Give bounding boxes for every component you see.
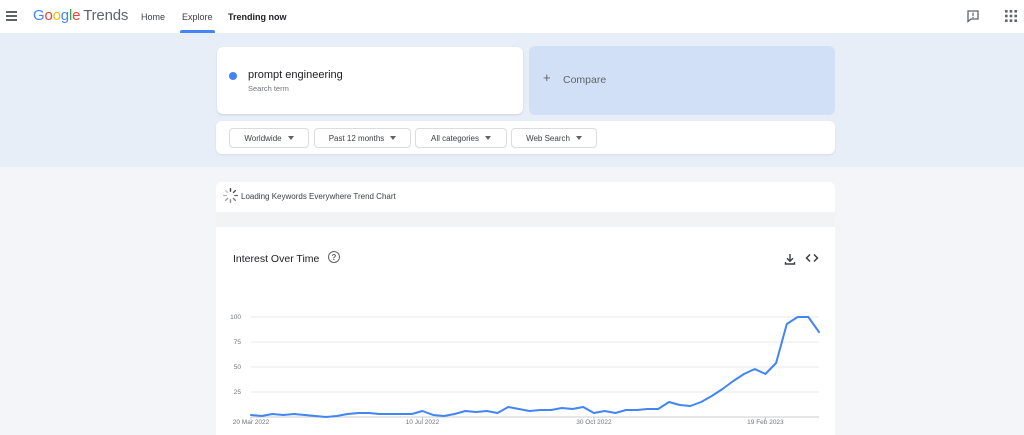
loading-text: Loading Keywords Everywhere Trend Chart [241,192,396,201]
logo-trends-text: Trends [83,7,129,24]
caret-down-icon [485,136,492,140]
x-tick-label-3: 19 Feb 2023 [747,419,784,426]
top-header: Google Trends Home Explore Trending now [0,0,1024,33]
interest-over-time-card: 25 50 75 100 20 Mar 2022 10 Jul 2022 30 Oct 20… [216,227,835,435]
filter-time-label: Past 12 months [328,133,385,143]
y-tick-label-75: 75 [234,339,242,346]
loading-spinner-icon [223,188,238,203]
y-tick-label-100: 100 [230,314,241,321]
menu-icon[interactable] [6,8,20,24]
x-tick-label-2: 30 Oct 2022 [576,419,612,426]
chart-title: Interest Over Time [233,253,320,265]
caret-down-icon [287,136,294,140]
x-tick-label-0: 20 Mar 2022 [233,419,270,426]
google-trends-logo[interactable]: Google Trends [33,7,128,24]
filter-search-type-label: Web Search [526,133,570,143]
filter-bar: Worldwide Past 12 months All categories … [216,121,835,154]
caret-down-icon [390,136,397,140]
nav-explore[interactable]: Explore [180,0,215,33]
x-tick-label-1: 10 Jul 2022 [406,419,440,426]
help-icon[interactable]: ? [328,251,340,263]
filter-category-label: All categories [430,133,480,143]
filter-region-label: Worldwide [244,133,282,143]
filter-time-range[interactable]: Past 12 months [314,128,411,148]
caret-down-icon [575,136,582,140]
search-term-name[interactable]: prompt engineering [248,69,343,81]
compare-label: Compare [563,74,607,86]
filter-region[interactable]: Worldwide [229,128,309,148]
filter-category[interactable]: All categories [415,128,507,148]
section-divider [216,212,835,227]
compare-button[interactable]: + Compare [529,46,835,115]
feedback-icon[interactable] [966,9,980,23]
plus-icon: + [543,70,551,85]
nav-trending-now[interactable]: Trending now [228,0,287,33]
apps-grid-icon[interactable] [1004,9,1018,23]
embed-code-icon[interactable] [805,252,819,264]
filter-search-type[interactable]: Web Search [511,128,597,148]
y-tick-label-50: 50 [234,364,242,371]
logo-google-text: Google [33,7,81,24]
search-term-card[interactable]: prompt engineering Search term [217,47,523,114]
y-tick-label-25: 25 [234,389,242,396]
download-icon[interactable] [784,253,796,265]
keywords-everywhere-loading: Loading Keywords Everywhere Trend Chart [216,182,835,212]
search-term-subtitle: Search term [248,84,289,93]
nav-home[interactable]: Home [141,0,165,33]
term-color-dot [229,72,237,80]
